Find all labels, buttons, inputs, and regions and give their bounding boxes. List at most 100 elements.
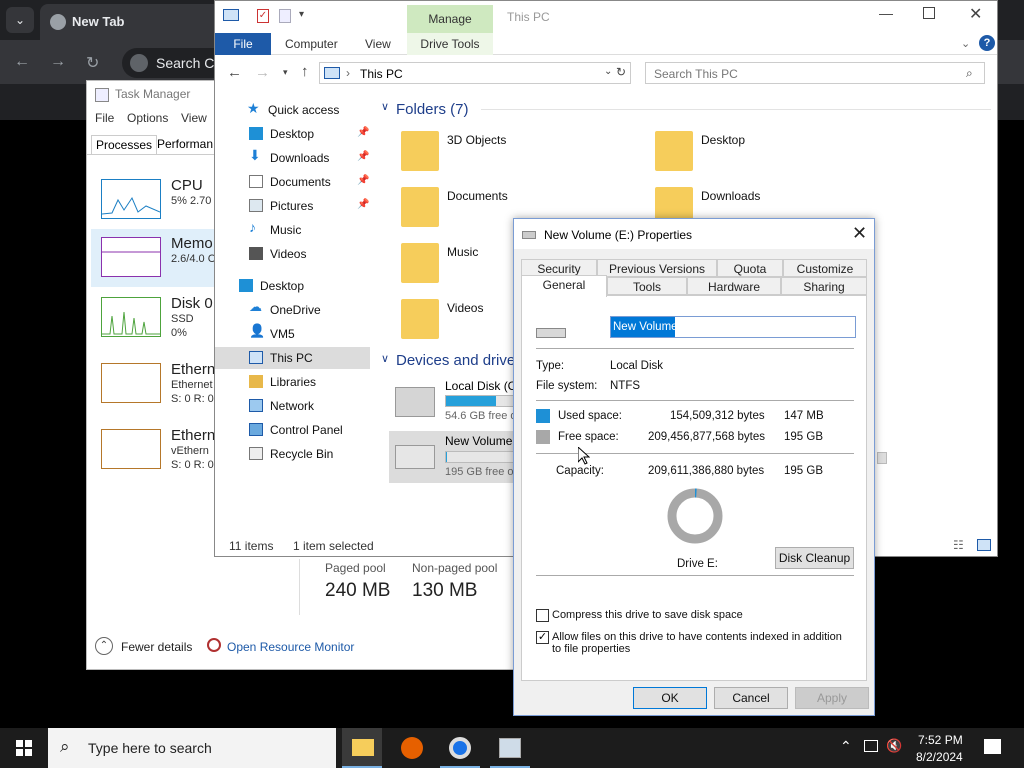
- nav-item-desktop[interactable]: Desktop 📌: [245, 123, 375, 145]
- menu-file[interactable]: File: [95, 111, 114, 125]
- address-bar[interactable]: › This PC ⌄ ↻: [319, 62, 631, 84]
- minimize-button[interactable]: —: [879, 5, 893, 21]
- drive-c-free: 54.6 GB free o: [445, 410, 517, 422]
- disk-graph: [101, 297, 161, 337]
- perf-item-cpu[interactable]: CPU 5% 2.70: [91, 173, 217, 229]
- recent-locations-icon[interactable]: ▾: [283, 67, 288, 78]
- help-icon[interactable]: ?: [979, 35, 995, 51]
- chevron-down-icon[interactable]: ∨: [381, 100, 389, 113]
- tab-processes[interactable]: Processes: [91, 135, 158, 154]
- index-checkbox[interactable]: ✓: [536, 631, 549, 644]
- folder-desktop[interactable]: Desktop: [655, 129, 895, 179]
- taskbar-search[interactable]: ⌕ Type here to search: [48, 728, 336, 768]
- nav-item-this-pc[interactable]: This PC: [245, 347, 375, 369]
- nav-item-onedrive[interactable]: ☁ OneDrive: [245, 299, 375, 321]
- taskbar-file-explorer[interactable]: [342, 728, 382, 768]
- search-box[interactable]: Search This PC ⌕: [645, 62, 985, 84]
- perf-item-ethernet-1[interactable]: Ethern Ethernet S: 0 R: 0: [91, 357, 217, 413]
- forward-arrow-icon[interactable]: →: [50, 53, 66, 71]
- nav-item-user[interactable]: 👤 VM5: [245, 323, 375, 345]
- tab-hardware[interactable]: Hardware: [687, 277, 781, 295]
- nav-item-videos[interactable]: Videos: [245, 243, 375, 265]
- drive-e[interactable]: New Volume 195 GB free o: [389, 431, 519, 483]
- download-icon: ⬇: [249, 147, 261, 163]
- start-button-windows-icon[interactable]: [16, 740, 32, 756]
- folder-3d-objects[interactable]: 3D Objects: [401, 129, 641, 179]
- menu-view[interactable]: View: [181, 111, 207, 125]
- volume-label-input[interactable]: [610, 316, 856, 338]
- tab-general[interactable]: General: [521, 275, 607, 297]
- expand-ribbon-icon[interactable]: ⌄: [961, 37, 970, 50]
- chevron-down-icon[interactable]: ∨: [381, 352, 389, 365]
- used-space-swatch: [536, 409, 550, 423]
- clock-date[interactable]: 8/2/2024: [916, 750, 963, 764]
- file-system-label: File system:: [536, 380, 598, 392]
- perf-item-disk[interactable]: Disk 0 SSD 0%: [91, 291, 217, 347]
- nav-item-downloads[interactable]: ⬇ Downloads 📌: [245, 147, 375, 169]
- address-dropdown-icon[interactable]: ⌄: [604, 66, 612, 77]
- drive-e-label: New Volume: [445, 434, 513, 448]
- nav-desktop-root[interactable]: Desktop: [235, 275, 365, 297]
- nav-label: Recycle Bin: [270, 447, 334, 461]
- volume-muted-icon[interactable]: 🔇: [886, 738, 902, 754]
- perf-item-ethernet-2[interactable]: Ethern vEthern S: 0 R: 0: [91, 423, 217, 479]
- menu-options[interactable]: Options: [127, 111, 168, 125]
- large-icons-view-icon[interactable]: [977, 539, 991, 551]
- ribbon-tab-view[interactable]: View: [365, 37, 391, 51]
- nav-item-network[interactable]: Network: [245, 395, 375, 417]
- memory-graph: [101, 237, 161, 277]
- chevron-up-icon[interactable]: ⌃: [840, 738, 852, 755]
- reload-icon[interactable]: ↻: [86, 53, 99, 73]
- tab-search-button[interactable]: ⌄: [6, 7, 34, 33]
- network-icon[interactable]: [864, 740, 878, 752]
- chrome-tab-new-tab[interactable]: New Tab: [40, 4, 240, 40]
- tab-performance[interactable]: Performan: [157, 137, 213, 151]
- back-arrow-icon[interactable]: ←: [14, 53, 30, 71]
- up-arrow-icon[interactable]: ↑: [301, 63, 309, 80]
- ribbon-tab-drive-tools[interactable]: Drive Tools: [407, 33, 493, 55]
- taskbar-task-manager[interactable]: [490, 728, 530, 768]
- search-icon: ⌕: [966, 66, 973, 80]
- refresh-icon[interactable]: ↻: [616, 65, 626, 79]
- details-view-icon[interactable]: ☷: [953, 538, 964, 552]
- address-text: This PC: [360, 67, 403, 81]
- nav-item-documents[interactable]: Documents 📌: [245, 171, 375, 193]
- nav-quick-access[interactable]: ★ Quick access: [243, 99, 373, 121]
- nav-item-pictures[interactable]: Pictures 📌: [245, 195, 375, 217]
- maximize-button[interactable]: [923, 7, 935, 19]
- clock-time[interactable]: 7:52 PM: [918, 733, 963, 747]
- new-folder-icon[interactable]: [279, 9, 291, 23]
- cancel-button[interactable]: Cancel: [714, 687, 788, 709]
- tab-previous-versions[interactable]: Previous Versions: [597, 259, 717, 277]
- tab-sharing[interactable]: Sharing: [781, 277, 867, 295]
- fewer-details-link[interactable]: Fewer details: [121, 640, 192, 654]
- perf-item-memory[interactable]: Memo 2.6/4.0 C: [91, 231, 217, 287]
- ribbon-tab-computer[interactable]: Computer: [285, 37, 338, 51]
- nav-item-control-panel[interactable]: Control Panel: [245, 419, 375, 441]
- omnibox-text: Search Co: [156, 55, 223, 71]
- properties-icon[interactable]: ✓: [257, 9, 269, 23]
- tab-customize[interactable]: Customize: [783, 259, 867, 277]
- nav-item-libraries[interactable]: Libraries: [245, 371, 375, 393]
- drive-e-usage-fill: [446, 452, 447, 462]
- tab-tools[interactable]: Tools: [607, 277, 687, 295]
- nav-item-recycle-bin[interactable]: Recycle Bin: [245, 443, 375, 465]
- nav-item-music[interactable]: ♪ Music: [245, 219, 375, 241]
- back-arrow-icon[interactable]: ←: [227, 64, 242, 81]
- customize-toolbar-icon[interactable]: ▾: [299, 9, 304, 20]
- ribbon-tab-file[interactable]: File: [215, 33, 271, 55]
- close-button[interactable]: ✕: [852, 223, 867, 244]
- taskbar-chrome[interactable]: [440, 728, 480, 768]
- chevron-up-icon[interactable]: ⌃: [95, 637, 113, 655]
- taskbar-firefox[interactable]: [392, 728, 432, 768]
- drive-c[interactable]: Local Disk (C 54.6 GB free o: [389, 377, 519, 425]
- ok-button[interactable]: OK: [633, 687, 707, 709]
- apply-button[interactable]: Apply: [795, 687, 869, 709]
- notification-icon[interactable]: [984, 739, 1001, 754]
- open-resource-monitor-link[interactable]: Open Resource Monitor: [227, 640, 354, 654]
- compress-checkbox[interactable]: [536, 609, 549, 622]
- close-button[interactable]: ✕: [969, 4, 982, 24]
- tab-quota[interactable]: Quota: [717, 259, 783, 277]
- forward-arrow-icon[interactable]: →: [255, 64, 270, 81]
- disk-cleanup-button[interactable]: Disk Cleanup: [775, 547, 854, 569]
